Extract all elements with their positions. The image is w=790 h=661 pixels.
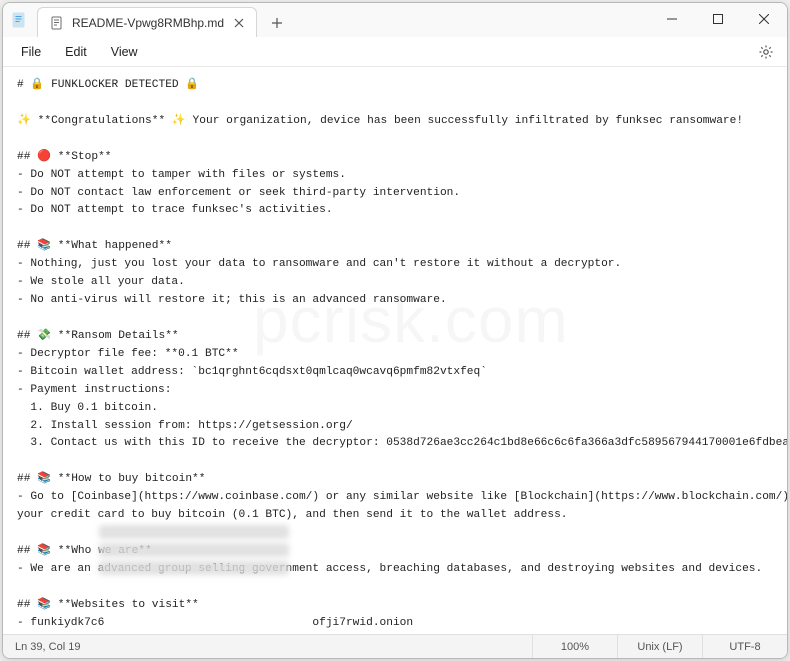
doc-line: - No anti-virus will restore it; this is… bbox=[17, 294, 447, 306]
new-tab-button[interactable] bbox=[263, 9, 291, 37]
doc-line: ## 📚 **Websites to visit** bbox=[17, 599, 199, 611]
doc-line: ## 🔴 **Stop** bbox=[17, 151, 112, 163]
menu-edit[interactable]: Edit bbox=[55, 41, 97, 63]
doc-line: - Payment instructions: bbox=[17, 384, 171, 396]
doc-line: - We stole all your data. bbox=[17, 276, 185, 288]
notepad-icon bbox=[11, 12, 27, 28]
maximize-button[interactable] bbox=[695, 3, 741, 35]
menu-file[interactable]: File bbox=[11, 41, 51, 63]
doc-line: - Do NOT attempt to trace funksec's acti… bbox=[17, 204, 333, 216]
doc-line: # 🔒 FUNKLOCKER DETECTED 🔒 bbox=[17, 79, 199, 91]
status-zoom[interactable]: 100% bbox=[532, 635, 617, 658]
doc-line: ## 📚 **What happened** bbox=[17, 240, 172, 252]
statusbar: Ln 39, Col 19 100% Unix (LF) UTF-8 bbox=[3, 634, 787, 658]
tab-label: README-Vpwg8RMBhp.md bbox=[72, 16, 224, 30]
tabstrip: README-Vpwg8RMBhp.md bbox=[37, 3, 291, 37]
doc-line: - Go to [Coinbase](https://www.coinbase.… bbox=[17, 491, 787, 503]
doc-line: 2. Install session from: https://getsess… bbox=[17, 420, 353, 432]
doc-line: ✨ **Congratulations** ✨ Your organizatio… bbox=[17, 115, 743, 127]
doc-line: - Do NOT attempt to tamper with files or… bbox=[17, 169, 346, 181]
doc-line: 1. Buy 0.1 bitcoin. bbox=[17, 402, 158, 414]
status-eol[interactable]: Unix (LF) bbox=[617, 635, 702, 658]
tab-active[interactable]: README-Vpwg8RMBhp.md bbox=[37, 7, 257, 37]
menubar: File Edit View bbox=[3, 37, 787, 67]
doc-line: - Bitcoin wallet address: `bc1qrghnt6cqd… bbox=[17, 366, 487, 378]
doc-line: ## 📚 **How to buy bitcoin** bbox=[17, 473, 205, 485]
doc-line: - funkiydk7c6 ofji7rwid.onion bbox=[17, 617, 413, 629]
doc-line: - Do NOT contact law enforcement or seek… bbox=[17, 187, 460, 199]
minimize-button[interactable] bbox=[649, 3, 695, 35]
doc-line: - Decryptor file fee: **0.1 BTC** bbox=[17, 348, 239, 360]
titlebar[interactable]: README-Vpwg8RMBhp.md bbox=[3, 3, 787, 37]
status-cursor[interactable]: Ln 39, Col 19 bbox=[3, 635, 90, 658]
close-button[interactable] bbox=[741, 3, 787, 35]
doc-line: - Nothing, just you lost your data to ra… bbox=[17, 258, 621, 270]
status-encoding[interactable]: UTF-8 bbox=[702, 635, 787, 658]
close-tab-icon[interactable] bbox=[232, 16, 246, 30]
doc-line: - We are an advanced group selling gover… bbox=[17, 563, 762, 575]
menu-view[interactable]: View bbox=[101, 41, 148, 63]
editor-text-area[interactable]: # 🔒 FUNKLOCKER DETECTED 🔒 ✨ **Congratula… bbox=[3, 67, 787, 634]
titlebar-left bbox=[3, 3, 35, 37]
doc-line: your credit card to buy bitcoin (0.1 BTC… bbox=[17, 509, 568, 521]
file-icon bbox=[50, 16, 64, 30]
doc-line: 3. Contact us with this ID to receive th… bbox=[17, 437, 787, 449]
doc-line: ## 📚 **Who we are** bbox=[17, 545, 152, 557]
settings-button[interactable] bbox=[753, 39, 779, 65]
app-window: README-Vpwg8RMBhp.md File Edit View bbox=[2, 2, 788, 659]
window-controls bbox=[649, 3, 787, 35]
doc-line: ## 💸 **Ransom Details** bbox=[17, 330, 179, 342]
